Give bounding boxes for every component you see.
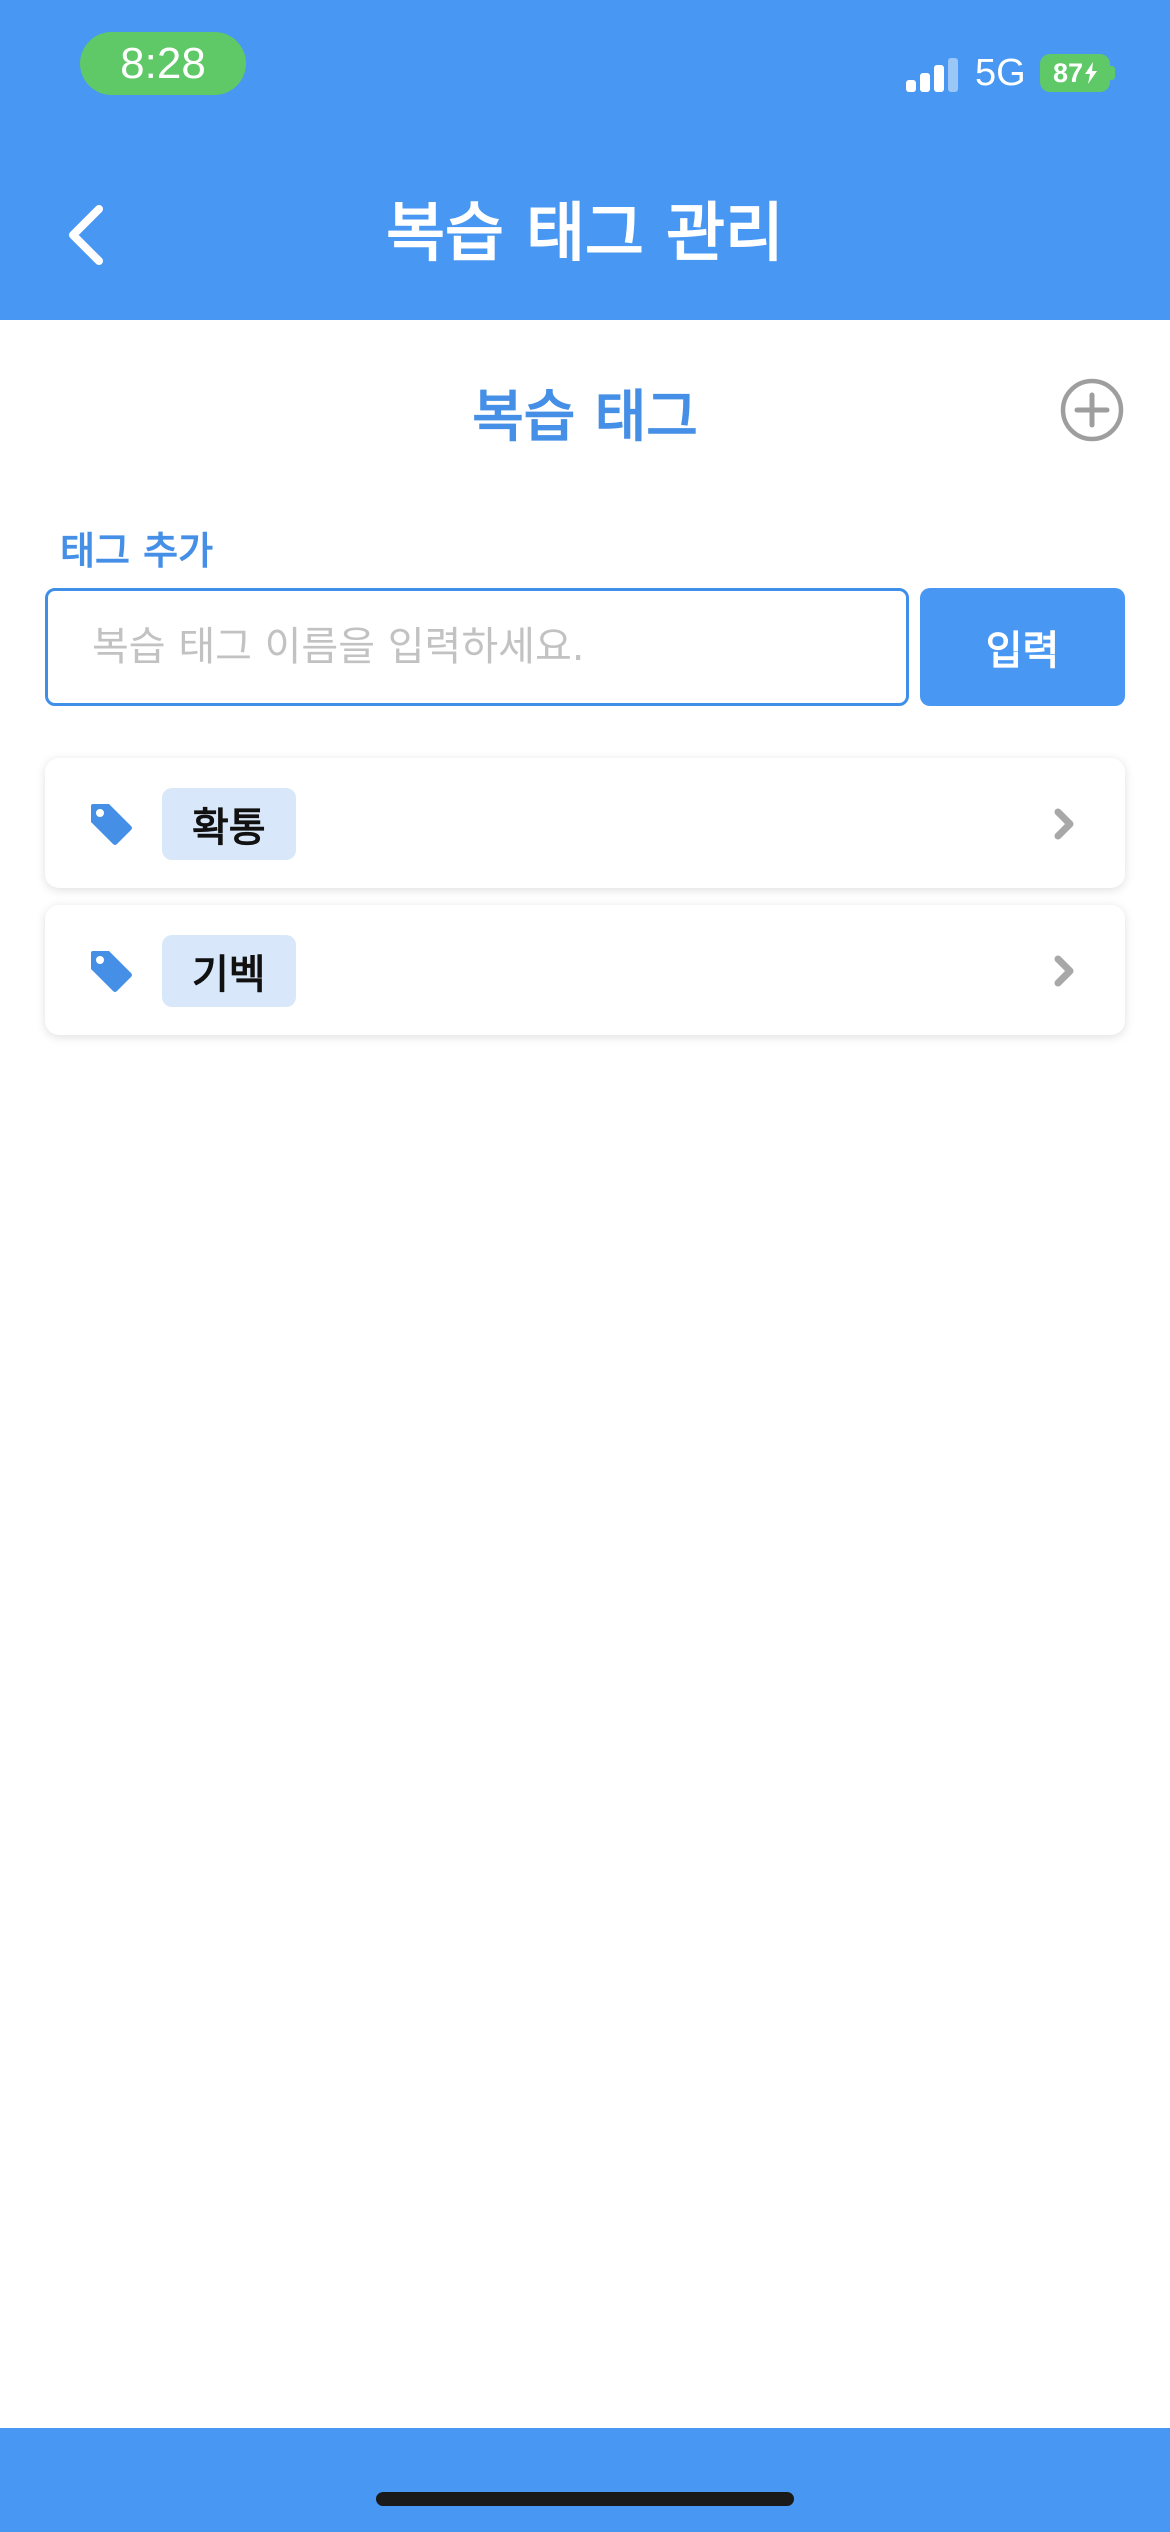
charging-bolt-icon bbox=[1085, 62, 1098, 84]
battery-cap bbox=[1110, 66, 1115, 80]
network-type: 5G bbox=[975, 52, 1026, 94]
tag-chip: 기벡 bbox=[162, 935, 296, 1007]
signal-icon bbox=[906, 56, 958, 92]
nav-bar: 복습 태그 관리 bbox=[0, 130, 1170, 320]
status-time: 8:28 bbox=[80, 32, 246, 95]
tag-icon bbox=[91, 804, 132, 845]
tag-icon bbox=[91, 951, 132, 992]
list-item-tag[interactable]: 확통 bbox=[45, 758, 1125, 888]
tag-chip: 확통 bbox=[162, 788, 296, 860]
battery-level: 87 bbox=[1052, 57, 1084, 88]
home-indicator[interactable] bbox=[376, 2492, 794, 2506]
page-title: 복습 태그 관리 bbox=[386, 197, 784, 271]
submit-button[interactable]: 입력 bbox=[920, 588, 1125, 706]
add-tag-label: 태그 추가 bbox=[60, 529, 214, 573]
list-item-tag[interactable]: 기벡 bbox=[45, 905, 1125, 1035]
chevron-right-icon bbox=[1054, 955, 1074, 987]
chevron-right-icon bbox=[1054, 808, 1074, 840]
status-bar: 8:28 5G 87 bbox=[0, 0, 1170, 130]
section-title: 복습 태그 bbox=[472, 385, 698, 450]
plus-circle-icon[interactable] bbox=[1060, 378, 1124, 442]
bottom-bar bbox=[0, 2428, 1170, 2532]
battery-icon: 87 bbox=[1040, 54, 1110, 92]
tag-name-input[interactable] bbox=[45, 588, 909, 706]
